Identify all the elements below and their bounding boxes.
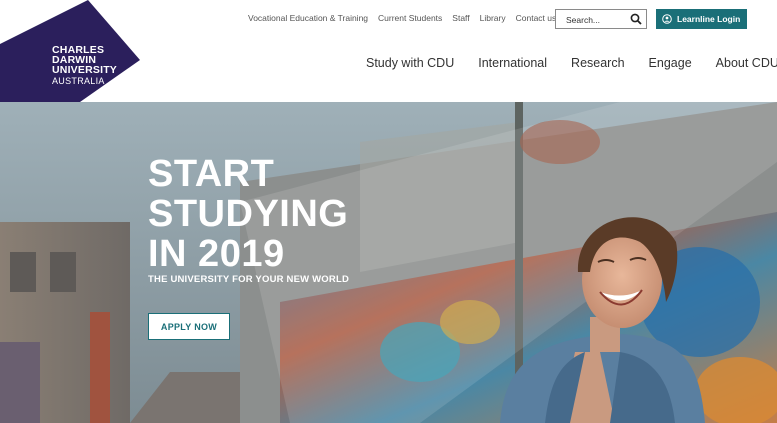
utility-link-library[interactable]: Library xyxy=(480,13,506,23)
utility-link-vet[interactable]: Vocational Education & Training xyxy=(248,13,368,23)
site-header: CHARLES DARWIN UNIVERSITY AUSTRALIA Voca… xyxy=(0,0,777,102)
nav-international[interactable]: International xyxy=(478,56,547,70)
search-icon[interactable] xyxy=(630,13,642,25)
hero-title-line-2: STUDYING xyxy=(148,193,349,235)
nav-research[interactable]: Research xyxy=(571,56,625,70)
hero-background-image xyxy=(0,102,777,423)
utility-link-staff[interactable]: Staff xyxy=(452,13,469,23)
search-input[interactable] xyxy=(556,11,626,29)
hero-title-line-3: IN 2019 xyxy=(148,233,285,275)
crest-icon xyxy=(1,1,19,26)
hero-subtitle: THE UNIVERSITY FOR YOUR NEW WORLD xyxy=(148,274,350,285)
user-circle-icon xyxy=(662,14,672,24)
learnline-login-button[interactable]: Learnline Login xyxy=(656,9,747,29)
utility-nav: Vocational Education & Training Current … xyxy=(248,13,556,23)
apply-now-button[interactable]: APPLY NOW xyxy=(148,313,230,340)
utility-link-contact-us[interactable]: Contact us xyxy=(516,13,557,23)
hero-title-line-1: START xyxy=(148,153,275,195)
search-box xyxy=(555,9,647,29)
learnline-label: Learnline Login xyxy=(677,14,741,24)
nav-engage[interactable]: Engage xyxy=(649,56,692,70)
nav-about-cdu[interactable]: About CDU xyxy=(716,56,777,70)
hero-title: START STUDYING IN 2019 xyxy=(148,154,348,274)
utility-link-current-students[interactable]: Current Students xyxy=(378,13,442,23)
main-nav: Study with CDU International Research En… xyxy=(366,56,777,70)
logo-wordmark: CHARLES DARWIN UNIVERSITY AUSTRALIA xyxy=(52,45,117,86)
cdu-logo[interactable]: CHARLES DARWIN UNIVERSITY AUSTRALIA xyxy=(0,0,145,102)
logo-country: AUSTRALIA xyxy=(52,76,105,86)
hero-banner: START STUDYING IN 2019 THE UNIVERSITY FO… xyxy=(0,102,777,423)
nav-study-with-cdu[interactable]: Study with CDU xyxy=(366,56,454,70)
logo-line-3: UNIVERSITY xyxy=(52,64,118,76)
